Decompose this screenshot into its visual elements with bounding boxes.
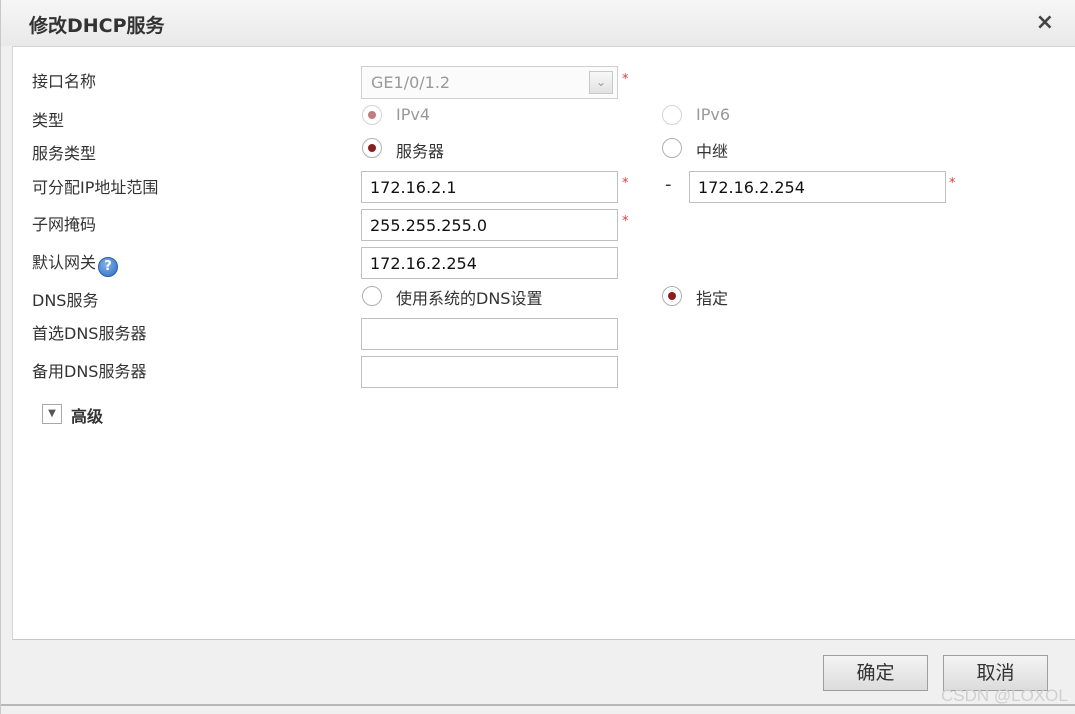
service-type-label: 服务类型	[32, 144, 97, 163]
watermark: CSDN @LOXOL	[941, 686, 1068, 705]
ip-range-end-input[interactable]	[689, 171, 946, 203]
secondary-dns-input[interactable]	[361, 356, 618, 388]
help-icon[interactable]: ?	[98, 257, 119, 277]
service-type-server-radio[interactable]	[362, 138, 382, 158]
service-type-server-label: 服务器	[396, 142, 445, 161]
type-ipv6-label: IPv6	[696, 105, 731, 124]
dns-specify-radio[interactable]	[662, 286, 682, 306]
ip-range-label: 可分配IP地址范围	[32, 178, 159, 197]
dns-system-radio[interactable]	[362, 286, 382, 306]
default-gateway-label: 默认网关	[32, 253, 97, 272]
required-mark: *	[949, 176, 956, 191]
service-type-relay-radio[interactable]	[662, 138, 682, 158]
subnet-mask-label: 子网掩码	[32, 215, 97, 234]
dhcp-dialog: 修改DHCP服务 × 接口名称 GE1/0/1.2 ⌄ * 类型 IPv4 IP…	[0, 0, 1075, 714]
primary-dns-input[interactable]	[361, 318, 618, 350]
advanced-toggle-icon[interactable]: ▼	[42, 404, 62, 424]
dns-system-label: 使用系统的DNS设置	[396, 289, 543, 308]
type-ipv4-label: IPv4	[396, 105, 431, 124]
interface-name-select[interactable]: GE1/0/1.2 ⌄	[361, 66, 618, 99]
dns-service-label: DNS服务	[32, 291, 99, 310]
secondary-dns-label: 备用DNS服务器	[32, 362, 147, 381]
title-bar: 修改DHCP服务 ×	[1, 0, 1075, 46]
close-icon[interactable]: ×	[1036, 10, 1054, 35]
bottom-border	[1, 704, 1075, 706]
subnet-mask-input[interactable]	[361, 209, 618, 241]
type-ipv4-radio[interactable]	[362, 105, 382, 125]
dns-specify-label: 指定	[696, 289, 729, 308]
service-type-relay-label: 中继	[696, 142, 729, 161]
chevron-down-icon[interactable]: ⌄	[589, 71, 613, 94]
interface-name-label: 接口名称	[32, 72, 97, 91]
interface-name-value: GE1/0/1.2	[371, 73, 451, 92]
range-separator: -	[665, 174, 672, 195]
required-mark: *	[622, 72, 629, 87]
ok-button[interactable]: 确定	[823, 655, 928, 691]
type-ipv6-radio[interactable]	[662, 105, 682, 125]
default-gateway-label-group: 默认网关?	[32, 249, 119, 277]
default-gateway-input[interactable]	[361, 247, 618, 279]
required-mark: *	[622, 214, 629, 229]
required-mark: *	[622, 176, 629, 191]
primary-dns-label: 首选DNS服务器	[32, 324, 147, 343]
dialog-title: 修改DHCP服务	[29, 15, 165, 37]
advanced-label[interactable]: 高级	[71, 403, 103, 427]
ip-range-start-input[interactable]	[361, 171, 618, 203]
type-label: 类型	[32, 111, 65, 130]
